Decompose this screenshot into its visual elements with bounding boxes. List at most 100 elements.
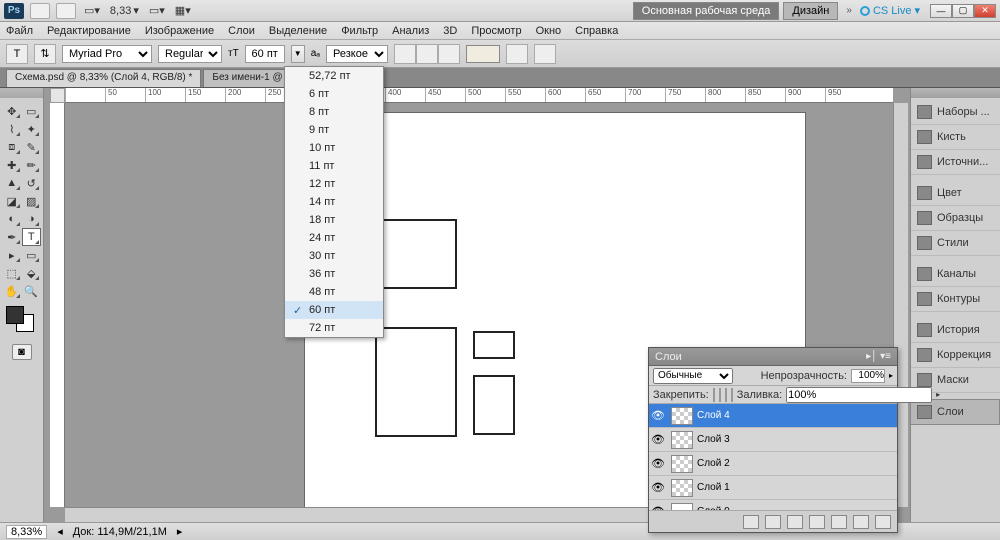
shape-tool[interactable]: ▭ bbox=[22, 246, 42, 264]
launch-minibridge-button[interactable] bbox=[56, 3, 76, 19]
marquee-tool[interactable]: ▭ bbox=[22, 102, 42, 120]
text-color-swatch[interactable] bbox=[466, 45, 500, 63]
dock-panel-button[interactable]: Коррекция bbox=[911, 343, 1000, 368]
adjustment-layer-button[interactable] bbox=[809, 515, 825, 529]
fill-field[interactable] bbox=[786, 387, 932, 403]
layer-thumbnail[interactable] bbox=[671, 479, 693, 497]
text-orientation-button[interactable]: ⇅ bbox=[34, 44, 56, 64]
font-size-option[interactable]: 11 пт bbox=[285, 157, 383, 175]
eraser-tool[interactable]: ◪ bbox=[2, 192, 22, 210]
dock-panel-button[interactable]: Каналы bbox=[911, 262, 1000, 287]
font-size-option[interactable]: 30 пт bbox=[285, 247, 383, 265]
layer-thumbnail[interactable] bbox=[671, 431, 693, 449]
lock-all-button[interactable] bbox=[731, 388, 733, 402]
layer-row[interactable]: 👁Слой 0 bbox=[649, 500, 897, 510]
document-tab[interactable]: Схема.psd @ 8,33% (Слой 4, RGB/8) * bbox=[6, 69, 201, 87]
visibility-toggle[interactable]: 👁 bbox=[649, 409, 667, 422]
blur-tool[interactable]: ◐ bbox=[2, 210, 22, 228]
status-scroll-left-icon[interactable]: ◂ bbox=[57, 525, 63, 538]
status-zoom-field[interactable]: 8,33% bbox=[6, 525, 47, 539]
font-size-option[interactable]: 18 пт bbox=[285, 211, 383, 229]
menu-image[interactable]: Изображение bbox=[145, 25, 214, 37]
lock-position-button[interactable] bbox=[725, 388, 727, 402]
visibility-toggle[interactable]: 👁 bbox=[649, 481, 667, 494]
menu-select[interactable]: Выделение bbox=[269, 25, 327, 37]
font-size-option[interactable]: 48 пт bbox=[285, 283, 383, 301]
dock-panel-button[interactable]: Слои bbox=[911, 399, 1000, 425]
eyedropper-tool[interactable]: ✎ bbox=[22, 138, 42, 156]
shape-rectangle[interactable] bbox=[473, 331, 515, 359]
dock-panel-button[interactable]: Кисть bbox=[911, 125, 1000, 150]
window-minimize-button[interactable]: — bbox=[930, 4, 952, 18]
font-size-dropdown-button[interactable]: ▼ bbox=[291, 45, 305, 63]
blend-mode-select[interactable]: Обычные bbox=[653, 368, 733, 384]
tools-panel-grip[interactable] bbox=[0, 88, 43, 98]
font-size-option[interactable]: 9 пт bbox=[285, 121, 383, 139]
quick-select-tool[interactable]: ✦ bbox=[22, 120, 42, 138]
move-tool[interactable]: ✥ bbox=[2, 102, 22, 120]
lock-transparency-button[interactable] bbox=[713, 388, 715, 402]
dock-panel-button[interactable]: Стили bbox=[911, 231, 1000, 256]
opacity-field[interactable] bbox=[851, 369, 885, 383]
type-tool[interactable]: T bbox=[22, 228, 42, 246]
font-style-select[interactable]: Regular bbox=[158, 45, 222, 63]
dock-panel-button[interactable]: Контуры bbox=[911, 287, 1000, 312]
layer-group-button[interactable] bbox=[831, 515, 847, 529]
shape-rectangle[interactable] bbox=[375, 327, 457, 437]
path-select-tool[interactable]: ▸ bbox=[2, 246, 22, 264]
layer-thumbnail[interactable] bbox=[671, 455, 693, 473]
menu-edit[interactable]: Редактирование bbox=[47, 25, 131, 37]
brush-tool[interactable]: ✏ bbox=[22, 156, 42, 174]
font-size-option[interactable]: 6 пт bbox=[285, 85, 383, 103]
workspace-design-button[interactable]: Дизайн bbox=[783, 2, 838, 20]
font-size-option[interactable]: 10 пт bbox=[285, 139, 383, 157]
layer-thumbnail[interactable] bbox=[671, 503, 693, 511]
launch-bridge-button[interactable] bbox=[30, 3, 50, 19]
font-size-option[interactable]: 14 пт bbox=[285, 193, 383, 211]
font-size-option[interactable]: 72 пт bbox=[285, 319, 383, 337]
healing-brush-tool[interactable]: ✚ bbox=[2, 156, 22, 174]
crop-tool[interactable]: ⧈ bbox=[2, 138, 22, 156]
status-menu-icon[interactable]: ▸ bbox=[177, 525, 183, 538]
lock-pixels-button[interactable] bbox=[719, 388, 721, 402]
arrange-documents-button[interactable]: ▭▾ bbox=[82, 4, 102, 17]
layer-mask-button[interactable] bbox=[787, 515, 803, 529]
font-size-option[interactable]: 24 пт bbox=[285, 229, 383, 247]
workspace-essentials-button[interactable]: Основная рабочая среда bbox=[633, 2, 780, 20]
font-size-option[interactable]: 8 пт bbox=[285, 103, 383, 121]
layers-panel-header[interactable]: Слои▸│ ▾≡ bbox=[649, 348, 897, 366]
tool-preset-button[interactable]: T bbox=[6, 44, 28, 64]
menu-help[interactable]: Справка bbox=[575, 25, 618, 37]
font-family-select[interactable]: Myriad Pro bbox=[62, 45, 152, 63]
link-layers-button[interactable] bbox=[743, 515, 759, 529]
quick-mask-button[interactable]: ◙ bbox=[12, 344, 32, 360]
font-size-option[interactable]: 36 пт bbox=[285, 265, 383, 283]
layer-row[interactable]: 👁Слой 3 bbox=[649, 428, 897, 452]
ruler-origin[interactable] bbox=[50, 88, 65, 103]
lasso-tool[interactable]: ⌇ bbox=[2, 120, 22, 138]
status-doc-info[interactable]: Док: 114,9М/21,1М bbox=[73, 526, 167, 538]
font-size-field[interactable] bbox=[245, 45, 285, 63]
foreground-color-swatch[interactable] bbox=[6, 306, 24, 324]
delete-layer-button[interactable] bbox=[875, 515, 891, 529]
menu-window[interactable]: Окно bbox=[536, 25, 562, 37]
menu-view[interactable]: Просмотр bbox=[471, 25, 521, 37]
dodge-tool[interactable]: ◑ bbox=[22, 210, 42, 228]
right-dock-grip[interactable] bbox=[911, 88, 1000, 98]
dock-panel-button[interactable]: Образцы bbox=[911, 206, 1000, 231]
visibility-toggle[interactable]: 👁 bbox=[649, 433, 667, 446]
align-center-button[interactable] bbox=[416, 44, 438, 64]
window-maximize-button[interactable]: ▢ bbox=[952, 4, 974, 18]
menu-layers[interactable]: Слои bbox=[228, 25, 255, 37]
3d-camera-tool[interactable]: ⬙ bbox=[22, 264, 42, 282]
align-left-button[interactable] bbox=[394, 44, 416, 64]
vertical-ruler[interactable] bbox=[50, 103, 65, 507]
dock-panel-button[interactable]: История bbox=[911, 318, 1000, 343]
window-close-button[interactable]: ✕ bbox=[974, 4, 996, 18]
3d-tool[interactable]: ⬚ bbox=[2, 264, 22, 282]
font-size-option[interactable]: 60 пт bbox=[285, 301, 383, 319]
dock-panel-button[interactable]: Цвет bbox=[911, 181, 1000, 206]
workspace-more-button[interactable]: » bbox=[842, 5, 856, 16]
dock-panel-button[interactable]: Наборы ... bbox=[911, 100, 1000, 125]
font-size-option[interactable]: 52,72 пт bbox=[285, 67, 383, 85]
